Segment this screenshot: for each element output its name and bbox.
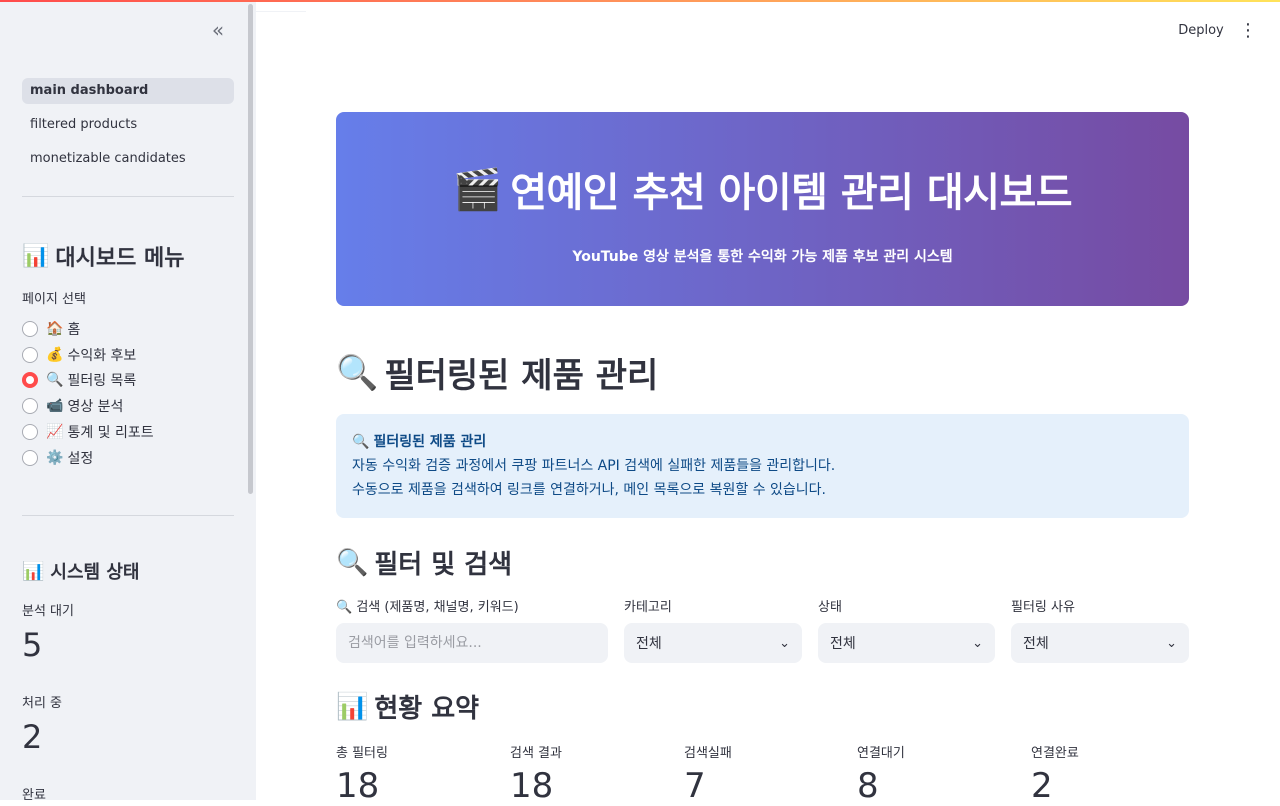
main-menu-button[interactable]: ⋮ <box>1239 18 1257 42</box>
double-chevron-left-icon: « <box>211 18 225 42</box>
banner-subtitle: YouTube 영상 분석을 통한 수익화 가능 제품 후보 관리 시스템 <box>572 249 953 265</box>
radio-option-home[interactable]: 🏠 홈 <box>22 316 154 342</box>
sidebar-nav: main dashboard filtered products monetiz… <box>22 78 234 180</box>
sidebar: « main dashboard filtered products monet… <box>0 0 256 800</box>
magnifier-icon: 🔍 <box>352 434 370 450</box>
radio-button[interactable] <box>22 346 38 363</box>
category-select[interactable]: 전체 ⌄ <box>624 623 802 663</box>
chart-icon: 📊 <box>22 243 50 269</box>
status-label: 상태 <box>818 600 842 615</box>
radio-option-stats[interactable]: 📈 통계 및 리포트 <box>22 419 154 445</box>
stat-label-total: 총 필터링 <box>336 746 388 761</box>
reason-label: 필터링 사유 <box>1011 600 1075 615</box>
search-input[interactable] <box>336 623 608 663</box>
gear-icon: ⚙️ <box>46 449 64 466</box>
page-title: 🔍 필터링된 제품 관리 <box>336 352 659 397</box>
magnifier-icon: 🔍 <box>46 372 64 389</box>
collapse-sidebar-button[interactable]: « <box>204 18 232 42</box>
info-alert: 🔍 필터링된 제품 관리 자동 수익화 검증 과정에서 쿠팡 파트너스 API … <box>336 414 1189 518</box>
sidebar-divider <box>22 515 234 516</box>
magnifier-icon: 🔍 <box>336 547 369 578</box>
radio-button-selected[interactable] <box>22 372 38 389</box>
radio-label: 통계 및 리포트 <box>67 425 154 442</box>
category-select-value: 전체 <box>636 636 662 652</box>
magnifier-icon: 🔍 <box>336 352 379 393</box>
radio-button[interactable] <box>22 424 38 441</box>
system-status-heading: 📊 시스템 상태 <box>22 560 140 584</box>
page-select-label: 페이지 선택 <box>22 292 86 307</box>
money-bag-icon: 💰 <box>46 346 64 363</box>
info-title: 🔍 필터링된 제품 관리 <box>352 430 1173 454</box>
clapperboard-icon: 🎬 <box>452 166 503 213</box>
hero-banner: 🎬 연예인 추천 아이템 관리 대시보드 YouTube 영상 분석을 통한 수… <box>336 112 1189 306</box>
info-line: 수동으로 제품을 검색하여 링크를 연결하거나, 메인 목록으로 복원할 수 있… <box>352 482 826 498</box>
metric-label-pending: 분석 대기 <box>22 604 74 619</box>
deploy-button[interactable]: Deploy <box>1170 18 1232 42</box>
video-camera-icon: 📹 <box>46 398 64 415</box>
stat-value-failed: 7 <box>684 766 706 806</box>
stat-value-waiting: 8 <box>857 766 879 806</box>
reason-select[interactable]: 전체 ⌄ <box>1011 623 1189 663</box>
category-label: 카테고리 <box>624 600 672 615</box>
nav-item-main-dashboard[interactable]: main dashboard <box>22 78 234 104</box>
metric-label-processing: 처리 중 <box>22 696 63 711</box>
status-select[interactable]: 전체 ⌄ <box>818 623 995 663</box>
stat-label-failed: 검색실패 <box>684 746 732 761</box>
radio-option-monetization[interactable]: 💰 수익화 후보 <box>22 342 154 368</box>
metric-value-processing: 2 <box>22 718 43 756</box>
house-icon: 🏠 <box>46 320 64 337</box>
chevron-down-icon: ⌄ <box>1166 635 1177 651</box>
radio-label: 필터링 목록 <box>67 373 137 390</box>
radio-button[interactable] <box>22 398 38 415</box>
banner-title: 🎬 연예인 추천 아이템 관리 대시보드 <box>452 166 1073 217</box>
page-radio-group: 🏠 홈 💰 수익화 후보 🔍 필터링 목록 📹 영상 분석 📈 통계 및 리포트… <box>22 316 154 471</box>
sidebar-divider <box>22 196 234 197</box>
top-decoration-bar <box>0 0 1280 2</box>
metric-label-done: 완료 <box>22 788 46 800</box>
filter-section-heading: 🔍 필터 및 검색 <box>336 547 513 581</box>
sidebar-scrollbar[interactable] <box>248 4 253 494</box>
radio-button[interactable] <box>22 449 38 466</box>
radio-label: 홈 <box>67 321 81 338</box>
nav-item-monetizable-candidates[interactable]: monetizable candidates <box>22 146 234 172</box>
stat-value-results: 18 <box>510 766 554 806</box>
stat-value-linked: 2 <box>1031 766 1053 806</box>
radio-label: 수익화 후보 <box>67 347 137 364</box>
radio-button[interactable] <box>22 320 38 337</box>
reason-select-value: 전체 <box>1023 636 1049 652</box>
stat-label-results: 검색 결과 <box>510 746 562 761</box>
stat-label-waiting: 연결대기 <box>857 746 905 761</box>
chevron-down-icon: ⌄ <box>972 635 983 651</box>
radio-option-filtered[interactable]: 🔍 필터링 목록 <box>22 368 154 394</box>
stat-label-linked: 연결완료 <box>1031 746 1079 761</box>
nav-item-filtered-products[interactable]: filtered products <box>22 112 234 138</box>
radio-option-settings[interactable]: ⚙️ 설정 <box>22 445 154 471</box>
search-label: 🔍 검색 (제품명, 채널명, 키워드) <box>336 600 519 615</box>
trend-chart-icon: 📈 <box>46 424 64 441</box>
status-select-value: 전체 <box>830 636 856 652</box>
radio-label: 영상 분석 <box>67 399 124 416</box>
radio-option-video[interactable]: 📹 영상 분석 <box>22 393 154 419</box>
radio-label: 설정 <box>67 450 94 467</box>
info-line: 자동 수익화 검증 과정에서 쿠팡 파트너스 API 검색에 실패한 제품들을 … <box>352 458 836 474</box>
stat-value-total: 18 <box>336 766 380 806</box>
chart-icon: 📊 <box>22 560 45 582</box>
chevron-down-icon: ⌄ <box>779 635 790 651</box>
sidebar-menu-heading: 📊 대시보드 메뉴 <box>22 243 185 272</box>
metric-value-pending: 5 <box>22 626 43 664</box>
summary-section-heading: 📊 현황 요약 <box>336 691 480 725</box>
chart-icon: 📊 <box>336 691 369 722</box>
kebab-icon: ⋮ <box>1239 19 1257 41</box>
